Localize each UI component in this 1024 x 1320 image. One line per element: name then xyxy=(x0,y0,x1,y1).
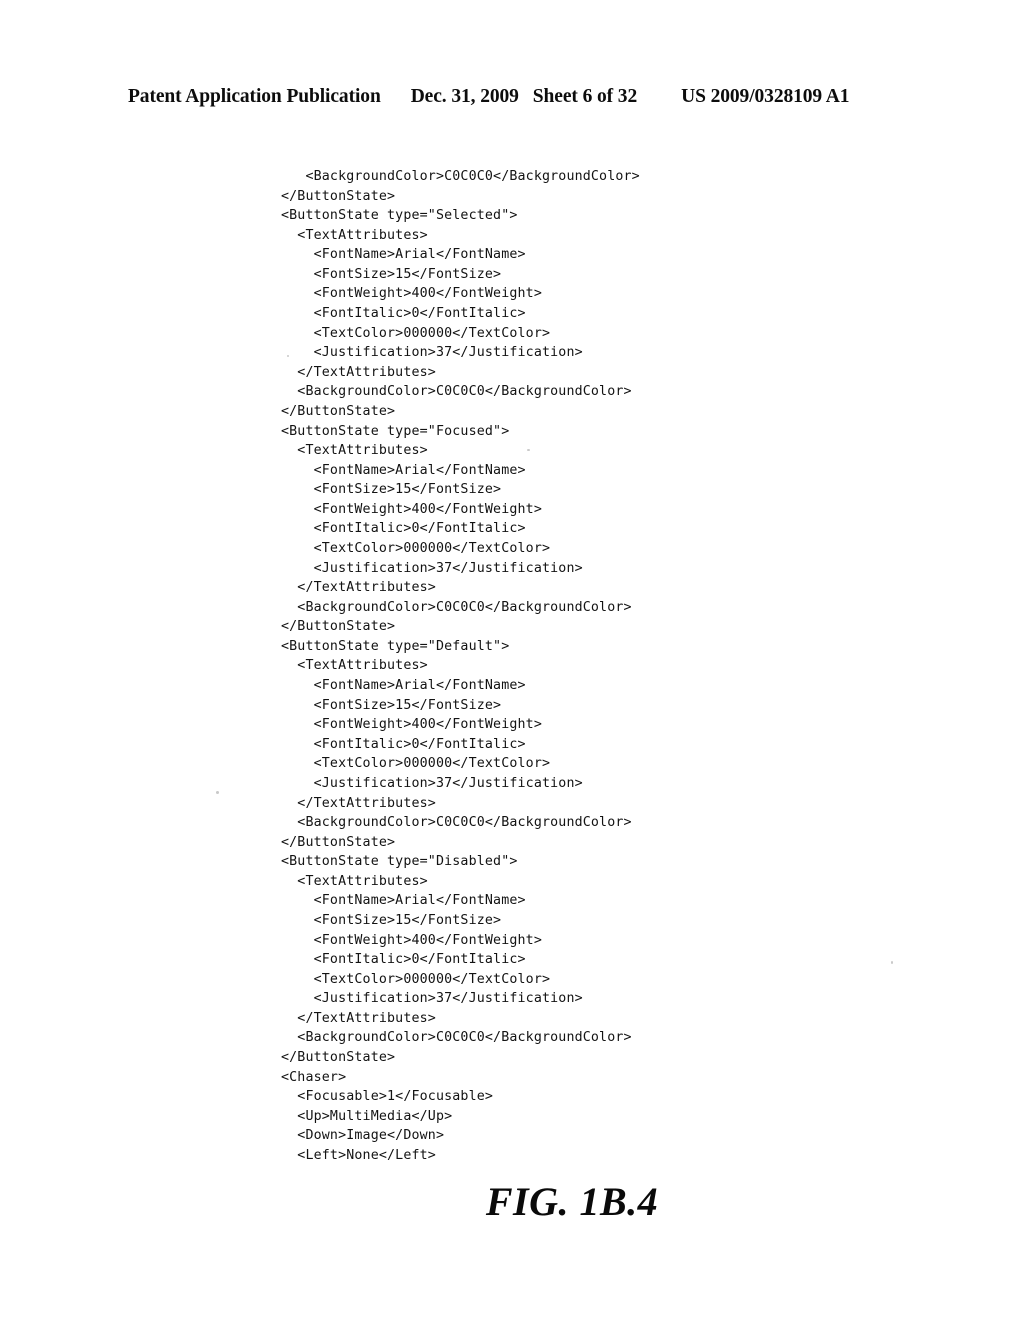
code-line: <FontWeight>400</FontWeight> xyxy=(281,286,542,302)
header-document-number: US 2009/0328109 A1 xyxy=(681,86,850,107)
code-line: <TextAttributes> xyxy=(281,227,428,243)
code-line: </ButtonState> xyxy=(281,834,396,850)
code-line: <FontWeight>400</FontWeight> xyxy=(281,717,542,733)
code-line: <Chaser> xyxy=(281,1069,347,1085)
header-publication-date: Dec. 31, 2009 xyxy=(410,86,519,107)
code-line: <TextAttributes> xyxy=(281,873,428,889)
code-line: <FontSize>15</FontSize> xyxy=(281,697,502,713)
code-line: <FontSize>15</FontSize> xyxy=(281,266,502,282)
scan-speckle xyxy=(891,961,893,964)
header-sheet-number: Sheet 6 of 32 xyxy=(532,86,638,107)
figure-caption: FIG. 1B.4 xyxy=(485,1179,659,1224)
figure-caption-container: FIG. 1B.4 xyxy=(0,1178,1024,1225)
patent-page: Patent Application Publication Dec. 31, … xyxy=(0,0,1024,1320)
code-line: <FontWeight>400</FontWeight> xyxy=(281,501,542,517)
code-line: <BackgroundColor>C0C0C0</BackgroundColor… xyxy=(281,1030,632,1046)
code-line: <Justification>37</Justification> xyxy=(281,991,583,1007)
code-line: <Justification>37</Justification> xyxy=(281,775,583,791)
code-line: <Left>None</Left> xyxy=(281,1147,436,1163)
code-line: <BackgroundColor>C0C0C0</BackgroundColor… xyxy=(281,169,640,184)
code-line: <Up>MultiMedia</Up> xyxy=(281,1108,453,1124)
scan-speckle xyxy=(216,791,219,794)
code-line: <FontItalic>0</FontItalic> xyxy=(281,521,526,537)
code-line: <FontItalic>0</FontItalic> xyxy=(281,306,526,322)
code-line: <FontItalic>0</FontItalic> xyxy=(281,736,526,752)
code-line: <TextColor>000000</TextColor> xyxy=(281,540,551,556)
code-line: <FontName>Arial</FontName> xyxy=(281,893,526,909)
code-line: <ButtonState type="Disabled"> xyxy=(281,854,518,870)
code-line: </TextAttributes> xyxy=(281,1010,436,1026)
code-line: <TextAttributes> xyxy=(281,443,428,459)
code-line: <Focusable>1</Focusable> xyxy=(281,1089,494,1105)
scan-speckle xyxy=(287,355,289,357)
code-line: </TextAttributes> xyxy=(281,580,436,596)
code-line: <BackgroundColor>C0C0C0</BackgroundColor… xyxy=(281,599,632,615)
code-line: <TextColor>000000</TextColor> xyxy=(281,971,551,987)
page-header: Patent Application Publication Dec. 31, … xyxy=(128,86,896,112)
code-line: <TextColor>000000</TextColor> xyxy=(281,325,551,341)
code-line: <FontItalic>0</FontItalic> xyxy=(281,952,526,968)
code-line: <ButtonState type="Focused"> xyxy=(281,423,510,439)
code-line: </TextAttributes> xyxy=(281,364,436,380)
code-line: <TextAttributes> xyxy=(281,658,428,674)
code-line: </ButtonState> xyxy=(281,188,396,204)
code-line: <Justification>37</Justification> xyxy=(281,345,583,361)
code-line: <ButtonState type="Selected"> xyxy=(281,208,518,224)
code-line: </ButtonState> xyxy=(281,619,396,635)
code-line: <Justification>37</Justification> xyxy=(281,560,583,576)
code-line: <BackgroundColor>C0C0C0</BackgroundColor… xyxy=(281,815,632,831)
header-publication-label: Patent Application Publication xyxy=(128,86,381,107)
code-line: <Down>Image</Down> xyxy=(281,1128,445,1144)
code-line: <BackgroundColor>C0C0C0</BackgroundColor… xyxy=(281,384,632,400)
code-line: <FontName>Arial</FontName> xyxy=(281,678,526,694)
code-line: <FontName>Arial</FontName> xyxy=(281,462,526,478)
code-line: </ButtonState> xyxy=(281,403,396,419)
code-line: <FontSize>15</FontSize> xyxy=(281,912,502,928)
code-line: <FontSize>15</FontSize> xyxy=(281,482,502,498)
code-line: <ButtonState type="Default"> xyxy=(281,638,510,654)
code-line: </ButtonState> xyxy=(281,1050,396,1066)
code-line: </TextAttributes> xyxy=(281,795,436,811)
code-line: <FontWeight>400</FontWeight> xyxy=(281,932,542,948)
code-line: <TextColor>000000</TextColor> xyxy=(281,756,551,772)
code-line: <FontName>Arial</FontName> xyxy=(281,247,526,263)
scan-speckle xyxy=(527,449,530,451)
xml-code-listing: <BackgroundColor>C0C0C0</BackgroundColor… xyxy=(281,167,921,1165)
